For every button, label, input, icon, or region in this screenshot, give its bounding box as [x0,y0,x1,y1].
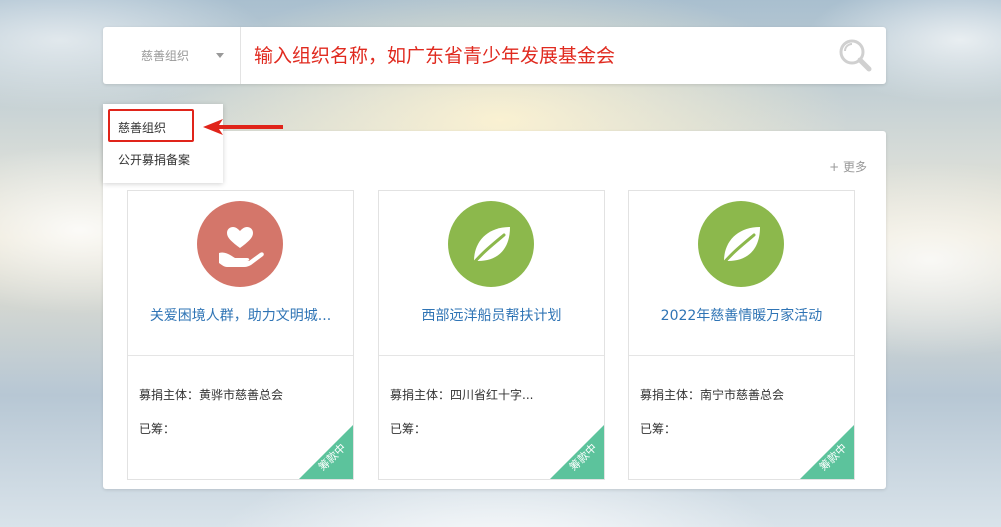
status-badge: 筹款中 [800,425,854,479]
project-organizer: 募捐主体：黄骅市慈善总会 [139,388,284,402]
status-badge: 筹款中 [550,425,604,479]
search-type-dropdown: 慈善组织 公开募捐备案 [103,104,223,183]
search-bar: 慈善组织 [103,27,886,84]
project-title[interactable]: 2022年慈善情暖万家活动 [629,305,854,325]
status-badge: 筹款中 [299,425,353,479]
project-card[interactable]: 2022年慈善情暖万家活动 募捐主体：南宁市慈善总会 已筹： 筹款中 [628,190,855,480]
divider [629,355,854,356]
dropdown-item-public-fundraising[interactable]: 公开募捐备案 [118,151,190,168]
project-raised: 已筹： [390,422,427,436]
chevron-down-icon [216,53,224,58]
project-raised: 已筹： [640,422,677,436]
more-link[interactable]: + 更多 [829,158,867,175]
project-title[interactable]: 西部远洋船员帮扶计划 [379,305,604,325]
project-title[interactable]: 关爱困境人群，助力文明城... [128,305,353,325]
dropdown-item-charity-org[interactable]: 慈善组织 [118,119,166,136]
divider [379,355,604,356]
projects-panel: + 更多 关爱困境人群，助力文明城... 募捐主体：黄骅市慈善总会 已筹： 筹款… [103,131,886,489]
annotation-arrow-icon [203,117,285,141]
search-icon[interactable] [838,38,872,72]
heart-hand-icon [197,201,283,287]
project-raised: 已筹： [139,422,176,436]
project-card[interactable]: 西部远洋船员帮扶计划 募捐主体：四川省红十字... 已筹： 筹款中 [378,190,605,480]
search-input[interactable] [252,35,816,77]
project-organizer: 募捐主体：南宁市慈善总会 [640,388,785,402]
project-card[interactable]: 关爱困境人群，助力文明城... 募捐主体：黄骅市慈善总会 已筹： 筹款中 [127,190,354,480]
search-type-label: 慈善组织 [141,49,190,63]
divider [128,355,353,356]
leaf-icon [698,201,784,287]
project-organizer: 募捐主体：四川省红十字... [390,388,534,402]
leaf-icon [448,201,534,287]
search-type-select[interactable]: 慈善组织 [103,27,241,84]
